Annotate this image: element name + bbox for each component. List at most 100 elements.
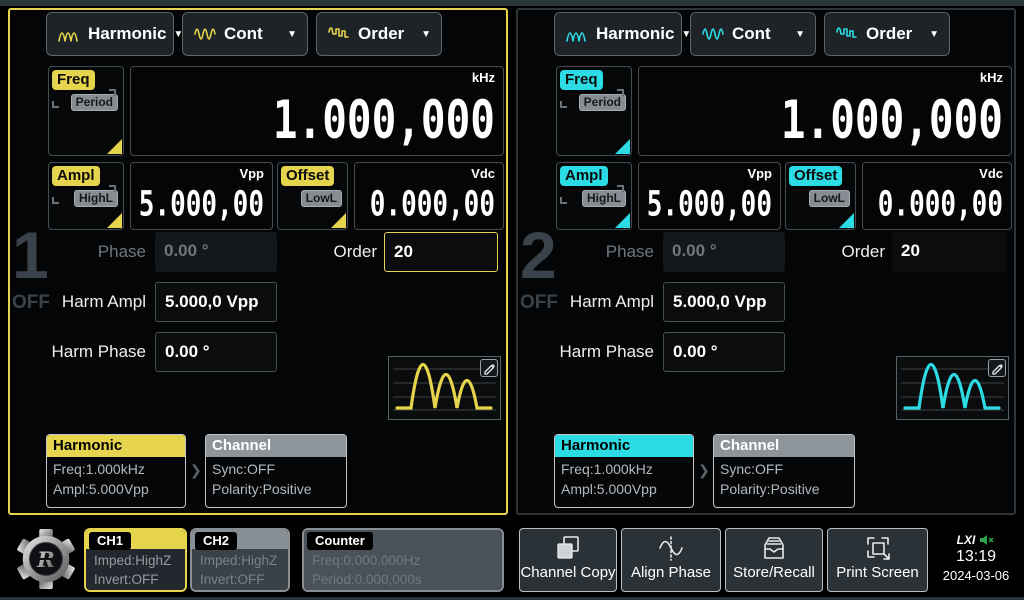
order-wave-icon [835, 25, 859, 43]
highl-label: HighL [582, 190, 626, 207]
harmonic-info-card[interactable]: Harmonic Freq:1.000kHz Ampl:5.000Vpp [554, 434, 694, 508]
lxi-label: LXI [957, 533, 976, 547]
chevron-down-icon: ▼ [795, 29, 805, 40]
counter-period: Period:0.000,000s [312, 570, 494, 589]
channel-info-card[interactable]: Channel Sync:OFF Polarity:Positive [713, 434, 855, 508]
edit-waveform-icon[interactable] [988, 359, 1006, 377]
rigol-logo[interactable]: R [8, 524, 84, 594]
channel-copy-button[interactable]: Channel Copy [519, 528, 617, 592]
ampl-highl-toggle[interactable]: Ampl HighL [556, 162, 632, 230]
offset-display[interactable]: Vdc 0.000,00 [354, 162, 504, 230]
offset-display[interactable]: Vdc 0.000,00 [862, 162, 1012, 230]
harmonic-param-dropdown[interactable]: Order ▼ [316, 12, 442, 56]
chevron-right-icon: ❯ [698, 462, 710, 479]
phase-input[interactable]: 0.00 ° [663, 232, 785, 272]
harm-phase-label: Harm Phase [518, 332, 654, 372]
waveform-toolbar: Harmonic ▼ Cont ▼ Order ▼ [554, 12, 950, 56]
harm-ampl-label: Harm Ampl [518, 282, 654, 322]
harm-ampl-input[interactable]: 5.000,0 Vpp [155, 282, 277, 322]
harmonic-info-card[interactable]: Harmonic Freq:1.000kHz Ampl:5.000Vpp [46, 434, 186, 508]
harm-phase-input[interactable]: 0.00 ° [155, 332, 277, 372]
ch1-invert: Invert:OFF [94, 570, 177, 589]
waveform-select-label: Harmonic [596, 24, 674, 44]
freq-unit: kHz [980, 70, 1003, 85]
phase-label: Phase [518, 232, 654, 272]
run-mode-label: Cont [224, 24, 263, 44]
ampl-display[interactable]: Vpp 5.000,00 [130, 162, 273, 230]
ampl-value: 5.000,00 [647, 185, 772, 226]
freq-unit: kHz [472, 70, 495, 85]
channel-info-title: Channel [206, 435, 346, 457]
corner-bracket-icon [109, 185, 116, 192]
ampl-display[interactable]: Vpp 5.000,00 [638, 162, 781, 230]
ch1-tab-title: CH1 [89, 532, 131, 550]
store-recall-icon [726, 534, 822, 564]
svg-text:R: R [36, 548, 55, 573]
waveform-preview[interactable] [896, 356, 1009, 420]
harmonic-param-label: Order [358, 24, 404, 44]
corner-bracket-icon [560, 197, 567, 204]
toggle-triangle-icon [615, 213, 630, 228]
store-recall-button[interactable]: Store/Recall [725, 528, 823, 592]
channel-info-polarity: Polarity:Positive [714, 481, 854, 497]
offset-lowl-toggle[interactable]: Offset LowL [785, 162, 856, 230]
corner-bracket-icon [617, 89, 624, 96]
clock-date: 2024-03-06 [934, 568, 1018, 583]
waveform-toolbar: Harmonic ▼ Cont ▼ Order ▼ [46, 12, 442, 56]
waveform-select-dropdown[interactable]: Harmonic ▼ [46, 12, 174, 56]
ampl-highl-toggle[interactable]: Ampl HighL [48, 162, 124, 230]
harmonic-param-dropdown[interactable]: Order ▼ [824, 12, 950, 56]
copy-icon [520, 534, 616, 564]
order-input[interactable]: 20 [384, 232, 498, 272]
offset-value: 0.000,00 [370, 185, 495, 226]
harm-phase-input[interactable]: 0.00 ° [663, 332, 785, 372]
freq-period-toggle[interactable]: Freq Period [48, 66, 124, 156]
corner-bracket-icon [52, 101, 59, 108]
top-bezel-strip [0, 0, 1024, 6]
order-label: Order [801, 232, 885, 272]
chevron-down-icon: ▼ [929, 29, 939, 40]
freq-label: Freq [52, 70, 95, 90]
ch1-tab-strip: CH1 [86, 530, 185, 549]
channel-info-polarity: Polarity:Positive [206, 481, 346, 497]
lowl-label: LowL [809, 190, 850, 207]
align-phase-button[interactable]: Align Phase [621, 528, 721, 592]
counter-freq: Freq:0.000,000Hz [312, 551, 494, 570]
ch2-output-tab[interactable]: CH2 Imped:HighZ Invert:OFF [190, 528, 290, 592]
toggle-triangle-icon [615, 139, 630, 154]
sine-wave-icon [701, 24, 725, 44]
ampl-value: 5.000,00 [139, 185, 264, 226]
run-mode-dropdown[interactable]: Cont ▼ [690, 12, 816, 56]
freq-display[interactable]: kHz 1.000,000 [130, 66, 504, 156]
gear-logo-icon: R [15, 528, 77, 590]
chevron-down-icon: ▼ [421, 29, 431, 40]
channel-info-card[interactable]: Channel Sync:OFF Polarity:Positive [205, 434, 347, 508]
offset-lowl-toggle[interactable]: Offset LowL [277, 162, 348, 230]
harm-ampl-input[interactable]: 5.000,0 Vpp [663, 282, 785, 322]
phase-input[interactable]: 0.00 ° [155, 232, 277, 272]
print-screen-button[interactable]: Print Screen [827, 528, 928, 592]
order-wave-icon [327, 25, 351, 43]
run-mode-dropdown[interactable]: Cont ▼ [182, 12, 308, 56]
waveform-preview[interactable] [388, 356, 501, 420]
harm-ampl-label: Harm Ampl [10, 282, 146, 322]
order-input[interactable]: 20 [892, 232, 1006, 272]
status-box: LXI 13:19 2024-03-06 [934, 526, 1018, 594]
offset-label: Offset [789, 166, 842, 186]
offset-unit: Vdc [979, 166, 1003, 181]
channel-info-title: Channel [714, 435, 854, 457]
ch1-output-tab[interactable]: CH1 Imped:HighZ Invert:OFF [84, 528, 187, 592]
waveform-select-dropdown[interactable]: Harmonic ▼ [554, 12, 682, 56]
harmonic-waveform-curve [905, 365, 999, 409]
ch2-tab-strip: CH2 [192, 530, 288, 549]
period-label: Period [579, 94, 626, 111]
counter-tab[interactable]: Counter Freq:0.000,000Hz Period:0.000,00… [302, 528, 504, 592]
freq-display[interactable]: kHz 1.000,000 [638, 66, 1012, 156]
toggle-triangle-icon [107, 139, 122, 154]
harmonic-param-label: Order [866, 24, 912, 44]
edit-waveform-icon[interactable] [480, 359, 498, 377]
freq-period-toggle[interactable]: Freq Period [556, 66, 632, 156]
harmonic-info-freq: Freq:1.000kHz [555, 461, 693, 477]
run-mode-label: Cont [732, 24, 771, 44]
align-phase-icon [622, 534, 720, 564]
